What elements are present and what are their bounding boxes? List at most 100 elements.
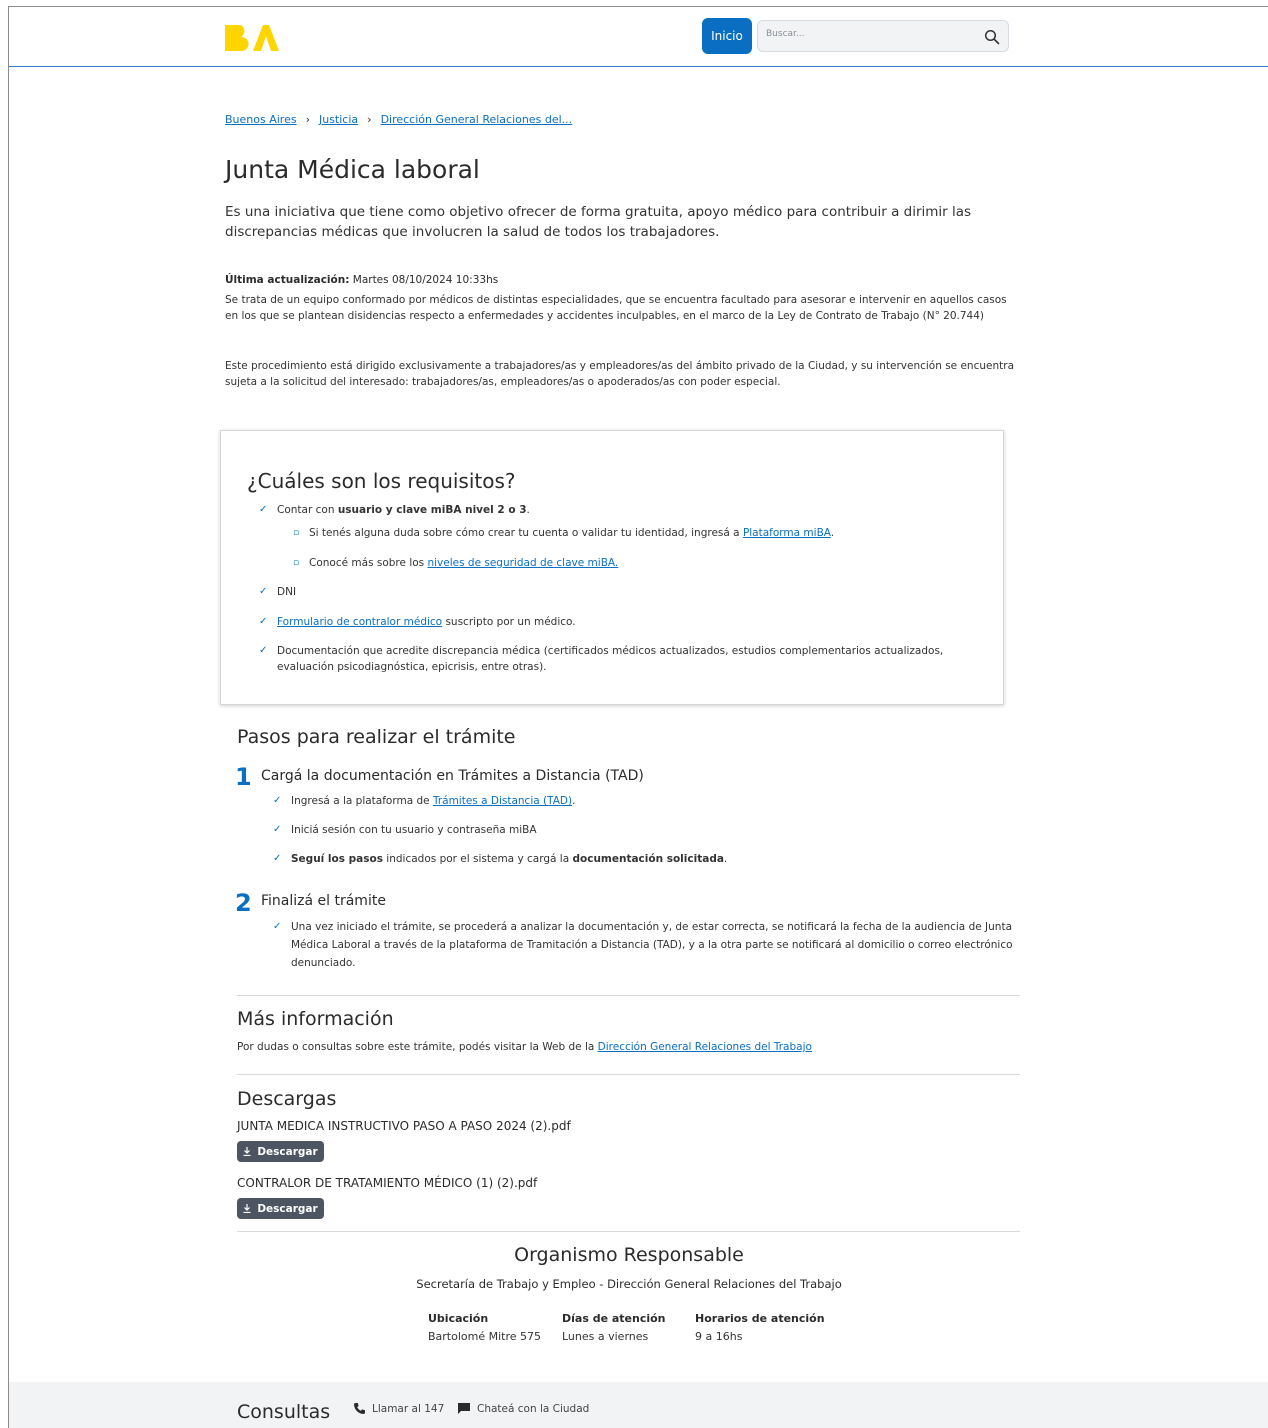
requirement-subitem: ▫ Si tenés alguna duda sobre cómo crear … bbox=[293, 525, 834, 541]
check-icon: ✓ bbox=[273, 853, 282, 864]
requirement-item: ✓ Contar con usuario y clave miBA nivel … bbox=[259, 502, 530, 518]
location-value: Bartolomé Mitre 575 bbox=[428, 1330, 542, 1343]
check-icon: ✓ bbox=[259, 504, 268, 515]
check-icon: ✓ bbox=[273, 795, 282, 806]
requirement-text: Contar con bbox=[277, 504, 338, 516]
requirement-text: DNI bbox=[277, 586, 297, 598]
step-title: Finalizá el trámite bbox=[261, 893, 386, 909]
more-info-text: Por dudas o consultas sobre este trámite… bbox=[237, 1041, 812, 1053]
call-link[interactable]: Llamar al 147 bbox=[353, 1402, 444, 1415]
download-file-name: CONTRALOR DE TRATAMIENTO MÉDICO (1) (2).… bbox=[237, 1176, 538, 1190]
breadcrumb-link-buenos-aires[interactable]: Buenos Aires bbox=[225, 113, 297, 126]
requirement-item: ✓ Formulario de contralor médico suscrip… bbox=[259, 614, 576, 630]
step-item: ✓ Iniciá sesión con tu usuario y contras… bbox=[273, 821, 1013, 839]
location-label: Ubicación bbox=[428, 1312, 489, 1325]
step-title: Cargá la documentación en Trámites a Dis… bbox=[261, 768, 644, 784]
chevron-right-icon: › bbox=[367, 113, 372, 126]
niveles-seguridad-link[interactable]: niveles de seguridad de clave miBA. bbox=[427, 557, 618, 569]
step-item: ✓ Una vez iniciado el trámite, se proced… bbox=[273, 918, 1013, 972]
steps-title: Pasos para realizar el trámite bbox=[237, 726, 516, 748]
subitem-text: Si tenés alguna duda sobre cómo crear tu… bbox=[309, 527, 743, 539]
subitem-text: Conocé más sobre los bbox=[309, 557, 428, 569]
direccion-general-link[interactable]: Dirección General Relaciones del Trabajo bbox=[598, 1041, 812, 1053]
download-button-label: Descargar bbox=[257, 1145, 318, 1158]
home-button[interactable]: Inicio bbox=[702, 18, 752, 54]
description-paragraph-2: Este procedimiento está dirigido exclusi… bbox=[225, 360, 1014, 388]
last-updated-value: Martes 08/10/2024 10:33hs bbox=[349, 274, 499, 286]
divider bbox=[237, 1231, 1020, 1232]
page-intro: Es una iniciativa que tiene como objetiv… bbox=[225, 204, 972, 240]
page-frame: Inicio Buenos Aires › Justicia › Direcci… bbox=[8, 6, 1268, 1428]
requirements-title: ¿Cuáles son los requisitos? bbox=[247, 469, 516, 493]
step-text: Iniciá sesión con tu usuario y contraseñ… bbox=[291, 824, 537, 836]
breadcrumb-link-justicia[interactable]: Justicia bbox=[319, 113, 358, 126]
download-file-name: JUNTA MEDICA INSTRUCTIVO PASO A PASO 202… bbox=[237, 1119, 571, 1133]
requirement-text: Documentación que acredite discrepancia … bbox=[277, 645, 944, 673]
step-text: indicados por el sistema y cargá la bbox=[382, 853, 573, 865]
chevron-right-icon: › bbox=[305, 113, 310, 126]
hours-label: Horarios de atención bbox=[695, 1312, 825, 1325]
check-icon: ✓ bbox=[259, 616, 268, 627]
step-item: ✓ Seguí los pasos indicados por el siste… bbox=[273, 850, 1013, 868]
last-updated-label: Última actualización: bbox=[225, 274, 350, 286]
search-box[interactable] bbox=[757, 20, 1009, 52]
requirement-text: . bbox=[526, 504, 530, 516]
step-text: Una vez iniciado el trámite, se proceder… bbox=[291, 921, 1013, 969]
check-icon: ✓ bbox=[273, 921, 282, 932]
footer-title: Consultas bbox=[237, 1401, 331, 1423]
requirement-bold: usuario y clave miBA nivel 2 o 3 bbox=[337, 504, 527, 516]
hours-value: 9 a 16hs bbox=[695, 1330, 743, 1343]
requirement-item: ✓ Documentación que acredite discrepanci… bbox=[259, 643, 959, 675]
subitem-text: . bbox=[830, 527, 835, 539]
more-info-title: Más información bbox=[237, 1008, 394, 1030]
step-number: 1 bbox=[235, 763, 252, 791]
step-bold: documentación solicitada bbox=[572, 853, 724, 865]
chat-label: Chateá con la Ciudad bbox=[477, 1402, 590, 1415]
downloads-title: Descargas bbox=[237, 1088, 337, 1110]
plataforma-miba-link[interactable]: Plataforma miBA bbox=[743, 527, 831, 539]
step-text: . bbox=[723, 853, 728, 865]
tad-link[interactable]: Trámites a Distancia (TAD) bbox=[433, 795, 572, 807]
square-bullet-icon: ▫ bbox=[293, 528, 300, 538]
ba-logo[interactable] bbox=[223, 23, 281, 53]
contact-footer: Consultas Llamar al 147 Chateá con la Ci… bbox=[9, 1382, 1268, 1428]
breadcrumb: Buenos Aires › Justicia › Dirección Gene… bbox=[225, 113, 572, 126]
download-button[interactable]: Descargar bbox=[237, 1198, 324, 1219]
download-button[interactable]: Descargar bbox=[237, 1141, 324, 1162]
days-label: Días de atención bbox=[562, 1312, 666, 1325]
page-title: Junta Médica laboral bbox=[225, 155, 480, 184]
download-icon bbox=[243, 1204, 251, 1213]
description-paragraph-1: Se trata de un equipo conformado por méd… bbox=[225, 294, 1007, 322]
last-updated: Última actualización: Martes 08/10/2024 … bbox=[225, 274, 498, 286]
step-item: ✓ Ingresá a la plataforma de Trámites a … bbox=[273, 792, 1013, 810]
chat-icon bbox=[458, 1403, 470, 1414]
search-input[interactable] bbox=[766, 29, 966, 39]
download-icon bbox=[243, 1147, 251, 1156]
square-bullet-icon: ▫ bbox=[293, 558, 300, 568]
divider bbox=[237, 1074, 1020, 1075]
divider bbox=[237, 995, 1020, 996]
check-icon: ✓ bbox=[259, 586, 268, 597]
requirement-subitem: ▫ Conocé más sobre los niveles de seguri… bbox=[293, 555, 618, 571]
organism-days: Días de atención Lunes a viernes bbox=[562, 1310, 666, 1346]
days-value: Lunes a viernes bbox=[562, 1330, 649, 1343]
download-button-label: Descargar bbox=[257, 1202, 318, 1215]
step-text: . bbox=[572, 795, 576, 807]
organism-title: Organismo Responsable bbox=[514, 1244, 744, 1266]
organism-hours: Horarios de atención 9 a 16hs bbox=[695, 1310, 825, 1346]
search-icon[interactable] bbox=[984, 29, 1000, 45]
more-info-sentence: Por dudas o consultas sobre este trámite… bbox=[237, 1041, 598, 1053]
requirement-text: suscripto por un médico. bbox=[442, 616, 576, 628]
organism-location: Ubicación Bartolomé Mitre 575 bbox=[428, 1310, 541, 1346]
step-bold: Seguí los pasos bbox=[291, 853, 383, 865]
step-number: 2 bbox=[235, 889, 252, 917]
formulario-contralor-link[interactable]: Formulario de contralor médico bbox=[277, 616, 442, 628]
breadcrumb-link-direccion[interactable]: Dirección General Relaciones del... bbox=[381, 113, 573, 126]
chat-link[interactable]: Chateá con la Ciudad bbox=[457, 1402, 589, 1415]
organism-subtitle: Secretaría de Trabajo y Empleo - Direcci… bbox=[416, 1277, 842, 1291]
requirements-card: ¿Cuáles son los requisitos? ✓ Contar con… bbox=[220, 430, 1004, 705]
check-icon: ✓ bbox=[273, 824, 282, 835]
check-icon: ✓ bbox=[259, 645, 268, 656]
call-label: Llamar al 147 bbox=[372, 1402, 445, 1415]
phone-icon bbox=[354, 1403, 365, 1414]
